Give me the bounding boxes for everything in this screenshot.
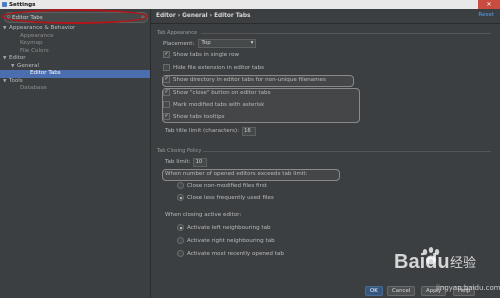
show-close-option[interactable]: ✓ Show "close" button on editor tabs: [163, 89, 271, 96]
reset-link[interactable]: Reset: [478, 12, 494, 18]
watermark-sub: 经验: [450, 255, 476, 271]
settings-search-box[interactable]: ⚲ ⊗: [4, 12, 148, 23]
header-divider: [151, 23, 500, 24]
title-limit-input[interactable]: 16: [242, 127, 256, 136]
close-less-frequent-radio[interactable]: [177, 194, 184, 201]
close-non-modified-radio[interactable]: [177, 182, 184, 189]
window-title: Settings: [9, 1, 36, 8]
section-title-tab-appearance: Tab Appearance: [157, 30, 198, 36]
title-limit-row: Tab title limit (characters): 16: [165, 127, 256, 136]
tree-node-editor[interactable]: ▼ Editor: [0, 55, 150, 63]
settings-tree: ▼ Appearance & Behavior Appearance Keymap…: [0, 25, 150, 93]
tree-node-label: General: [17, 62, 40, 69]
clear-search-icon[interactable]: ⊗: [141, 15, 147, 21]
chevron-down-icon: ▾: [250, 40, 254, 46]
settings-sidebar: ⚲ ⊗ ▼Appearance & Behavior Appearance Ke…: [0, 9, 151, 298]
tree-node-appearance-behavior[interactable]: ▼ Appearance & Behavior: [0, 25, 150, 33]
close-less-frequent-option[interactable]: Close less frequently used files: [177, 194, 274, 201]
breadcrumb: Editor › General › Editor Tabs: [156, 13, 251, 19]
activate-left-option[interactable]: Activate left neighbouring tab: [177, 224, 271, 231]
tree-node-tools[interactable]: ▼ Tools: [0, 78, 150, 86]
tree-node-database[interactable]: Database: [0, 85, 150, 93]
close-less-frequent-label: Close less frequently used files: [187, 194, 274, 201]
window-titlebar: Settings ✕: [0, 0, 500, 9]
tree-node-appearance[interactable]: Appearance: [0, 33, 150, 41]
activate-right-radio[interactable]: [177, 237, 184, 244]
show-tooltips-option[interactable]: ✓ Show tabs tooltips: [163, 113, 225, 120]
baidu-jingyan-watermark: Baidu 经验 jingyan.baidu.com: [394, 247, 500, 292]
placement-label: Placement:: [163, 40, 195, 47]
mark-modified-option[interactable]: Mark modified tabs with asterisk: [163, 101, 264, 108]
show-tooltips-checkbox[interactable]: ✓: [163, 113, 170, 120]
hide-extension-checkbox[interactable]: [163, 64, 170, 71]
tree-node-label: Editor: [9, 55, 26, 61]
single-row-checkbox[interactable]: ✓: [163, 51, 170, 58]
section-divider: [201, 33, 491, 34]
watermark-site: jingyan.baidu.com: [435, 284, 500, 292]
activate-right-label: Activate right neighbouring tab: [187, 237, 275, 244]
activate-left-radio[interactable]: [177, 224, 184, 231]
show-directory-label: Show directory in editor tabs for non-un…: [173, 76, 326, 83]
show-directory-checkbox[interactable]: ✓: [163, 76, 170, 83]
show-close-checkbox[interactable]: ✓: [163, 89, 170, 96]
search-input[interactable]: [12, 14, 141, 21]
tree-node-label: Keymap: [20, 40, 43, 46]
activate-right-option[interactable]: Activate right neighbouring tab: [177, 237, 275, 244]
tab-limit-label: Tab limit:: [165, 159, 191, 166]
tree-node-editor-tabs[interactable]: Editor Tabs: [0, 70, 150, 78]
mark-modified-label: Mark modified tabs with asterisk: [173, 101, 265, 108]
tree-node-file-colors[interactable]: File Colors: [0, 48, 150, 56]
hide-extension-option[interactable]: Hide file extension in editor tabs: [163, 64, 264, 71]
single-row-label: Show tabs in single row: [173, 51, 240, 58]
section-title-tab-closing: Tab Closing Policy: [157, 148, 202, 154]
show-close-label: Show "close" button on editor tabs: [173, 89, 271, 96]
placement-value: Top: [201, 40, 211, 46]
tree-node-label: File Colors: [20, 47, 49, 54]
activate-recent-radio[interactable]: [177, 250, 184, 257]
mark-modified-checkbox[interactable]: [163, 101, 170, 108]
tree-node-label: Tools: [9, 77, 23, 84]
ok-button[interactable]: OK: [365, 286, 383, 296]
tree-node-label: Database: [20, 85, 47, 91]
single-row-option[interactable]: ✓ Show tabs in single row: [163, 51, 239, 58]
when-closing-label: When closing active editor:: [165, 212, 242, 218]
watermark-brand: Baidu: [394, 251, 450, 273]
activate-left-label: Activate left neighbouring tab: [187, 224, 271, 231]
title-limit-label: Tab title limit (characters):: [165, 128, 239, 135]
activate-recent-option[interactable]: Activate most recently opened tab: [177, 250, 284, 257]
close-non-modified-option[interactable]: Close non-modified files first: [177, 182, 267, 189]
placement-row: Placement: Top ▾: [163, 39, 257, 48]
close-button[interactable]: ✕: [478, 0, 500, 9]
tab-limit-row: Tab limit: 10: [165, 158, 208, 167]
section-divider: [203, 151, 491, 152]
show-directory-option[interactable]: ✓ Show directory in editor tabs for non-…: [163, 76, 326, 83]
tree-node-general[interactable]: ▼ General: [0, 63, 150, 71]
tab-limit-input[interactable]: 10: [193, 158, 208, 167]
placement-select[interactable]: Top ▾: [198, 39, 257, 48]
tree-node-label: Appearance: [20, 32, 54, 39]
tree-node-label: Appearance & Behavior: [9, 25, 76, 31]
tree-node-keymap[interactable]: Keymap: [0, 40, 150, 48]
app-icon: [2, 2, 7, 7]
tree-node-label: Editor Tabs: [30, 70, 61, 76]
when-exceeds-label: When number of opened editors exceeds ta…: [165, 171, 308, 177]
show-tooltips-label: Show tabs tooltips: [173, 113, 225, 120]
close-non-modified-label: Close non-modified files first: [187, 182, 267, 189]
search-icon: ⚲: [6, 14, 11, 21]
activate-recent-label: Activate most recently opened tab: [187, 250, 284, 257]
hide-extension-label: Hide file extension in editor tabs: [173, 64, 265, 71]
